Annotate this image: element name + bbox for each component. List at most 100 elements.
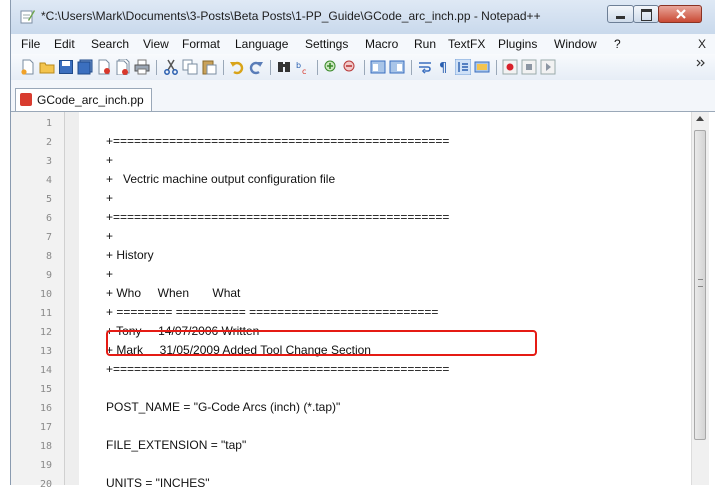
zoom-in-icon[interactable]	[323, 59, 339, 75]
code-line: UNITS = "INCHES"	[106, 476, 210, 490]
maximize-icon	[641, 9, 652, 21]
indent-guide-icon[interactable]	[455, 59, 471, 75]
notepad-window: *C:\Users\Mark\Documents\3-Posts\Beta Po…	[10, 0, 715, 490]
modified-file-icon	[20, 93, 32, 106]
tab-gcode-arc-inch[interactable]: GCode_arc_inch.pp	[15, 88, 152, 111]
menu-format[interactable]: Format	[182, 37, 220, 51]
line-number: 14	[39, 365, 52, 376]
line-number: 5	[45, 194, 52, 205]
menu-settings[interactable]: Settings	[305, 37, 348, 51]
toolbar-overflow-icon[interactable]	[695, 57, 707, 69]
code-line: + ======== ========== ==================…	[106, 305, 439, 319]
tab-bar: GCode_arc_inch.pp	[11, 80, 715, 112]
new-file-icon[interactable]	[20, 59, 36, 75]
cut-icon[interactable]	[163, 59, 179, 75]
playback-macro-icon[interactable]	[540, 59, 556, 75]
toolbar-separator	[496, 60, 497, 75]
line-number: 10	[39, 289, 52, 300]
sync-horizontal-icon[interactable]	[389, 59, 405, 75]
grip-icon	[698, 279, 703, 287]
menu-plugins[interactable]: Plugins	[498, 37, 537, 51]
code-line: + History	[106, 248, 154, 262]
menu-run[interactable]: Run	[414, 37, 436, 51]
save-all-icon[interactable]	[77, 59, 93, 75]
menu-help[interactable]: ?	[614, 37, 621, 51]
line-number: 7	[45, 232, 52, 243]
line-number: 6	[45, 213, 52, 224]
open-file-icon[interactable]	[39, 59, 55, 75]
menu-language[interactable]: Language	[235, 37, 288, 51]
copy-icon[interactable]	[182, 59, 198, 75]
undo-icon[interactable]	[229, 59, 245, 75]
code-line: + Who When What	[106, 286, 241, 300]
line-number: 19	[39, 460, 52, 471]
close-window-button[interactable]	[658, 5, 702, 23]
line-number: 8	[45, 251, 52, 262]
code-line: POST_NAME = "G-Code Arcs (inch) (*.tap)"	[106, 400, 341, 414]
stop-macro-icon[interactable]	[521, 59, 537, 75]
minimize-icon	[616, 16, 625, 19]
menu-search[interactable]: Search	[91, 37, 129, 51]
line-number: 1	[45, 118, 52, 129]
code-line: +	[106, 229, 114, 243]
line-number: 15	[39, 384, 52, 395]
minimize-button[interactable]	[607, 5, 634, 23]
save-icon[interactable]	[58, 59, 74, 75]
line-number: 2	[45, 137, 52, 148]
toolbar-separator	[223, 60, 224, 75]
line-number: 17	[39, 422, 52, 433]
toolbar-separator	[270, 60, 271, 75]
replace-icon[interactable]: bc	[295, 59, 311, 75]
menu-file[interactable]: File	[21, 37, 40, 51]
menu-view[interactable]: View	[143, 37, 169, 51]
tab-label: GCode_arc_inch.pp	[37, 93, 144, 107]
word-wrap-icon[interactable]	[417, 59, 433, 75]
sync-vertical-icon[interactable]	[370, 59, 386, 75]
svg-text:¶: ¶	[439, 61, 447, 75]
toolbar-separator	[411, 60, 412, 75]
close-all-icon[interactable]	[115, 59, 131, 75]
code-line: +=======================================…	[106, 362, 450, 376]
print-icon[interactable]	[134, 59, 150, 75]
line-number: 16	[39, 403, 52, 414]
show-all-characters-icon[interactable]: ¶	[436, 59, 452, 75]
redo-icon[interactable]	[248, 59, 264, 75]
fold-margin[interactable]	[65, 112, 79, 485]
record-macro-icon[interactable]	[502, 59, 518, 75]
maximize-button[interactable]	[633, 5, 659, 23]
line-number: 13	[39, 346, 52, 357]
close-icon	[676, 9, 686, 19]
line-number: 3	[45, 156, 52, 167]
notepad-plus-plus-icon	[20, 10, 35, 24]
paste-icon[interactable]	[201, 59, 217, 75]
line-number: 4	[45, 175, 52, 186]
zoom-out-icon[interactable]	[342, 59, 358, 75]
menu-bar: File Edit Search View Format Language Se…	[11, 34, 715, 54]
user-language-icon[interactable]	[474, 59, 490, 75]
svg-text:b: b	[296, 61, 301, 70]
line-number-gutter: 1 2 3 4 5 6 7 8 9 10 11 12 13 14 15 16 1…	[11, 112, 65, 490]
line-number: 18	[39, 441, 52, 452]
red-highlight-annotation	[106, 330, 537, 356]
find-icon[interactable]	[276, 59, 292, 75]
menu-macro[interactable]: Macro	[365, 37, 398, 51]
toolbar-separator	[364, 60, 365, 75]
vertical-scrollbar[interactable]	[691, 112, 709, 485]
code-line: +	[106, 267, 114, 281]
title-bar[interactable]: *C:\Users\Mark\Documents\3-Posts\Beta Po…	[11, 0, 715, 34]
menu-edit[interactable]: Edit	[54, 37, 75, 51]
close-document-button[interactable]: X	[698, 37, 706, 51]
toolbar: bc ¶	[11, 54, 715, 80]
close-icon[interactable]	[96, 59, 112, 75]
scrollbar-thumb[interactable]	[694, 130, 706, 440]
code-line: +	[106, 191, 114, 205]
line-number: 9	[45, 270, 52, 281]
line-number: 11	[39, 308, 52, 319]
menu-window[interactable]: Window	[554, 37, 597, 51]
scroll-up-arrow-icon[interactable]	[696, 116, 704, 121]
editor-area[interactable]: 1 2 3 4 5 6 7 8 9 10 11 12 13 14 15 16 1…	[11, 112, 715, 490]
code-line: FILE_EXTENSION = "tap"	[106, 438, 247, 452]
menu-textfx[interactable]: TextFX	[448, 37, 485, 51]
code-line: +	[106, 153, 114, 167]
code-line: + Vectric machine output configuration f…	[106, 172, 336, 186]
